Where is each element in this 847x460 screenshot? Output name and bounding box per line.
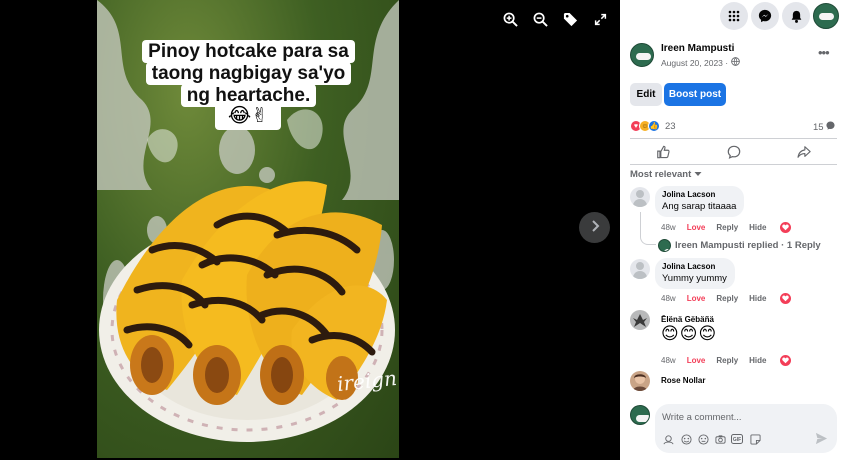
commenter-name[interactable]: Rose Nollar bbox=[661, 376, 705, 385]
photo-caption-text: Pinoy hotcake para sa taong nagbigay sa'… bbox=[142, 40, 355, 107]
commenter-avatar[interactable] bbox=[630, 310, 650, 330]
tag-icon[interactable] bbox=[559, 8, 581, 30]
comment-composer: GIF bbox=[655, 404, 837, 453]
reaction-count: 23 bbox=[665, 120, 676, 132]
hide-button[interactable]: Hide bbox=[749, 294, 766, 303]
comment-time[interactable]: 48w bbox=[661, 294, 676, 303]
menu-grid-icon[interactable] bbox=[720, 2, 748, 30]
caret-down-icon bbox=[694, 169, 702, 180]
profile-avatar[interactable] bbox=[813, 3, 839, 29]
zoom-out-icon[interactable] bbox=[529, 8, 551, 30]
sticker-icon[interactable] bbox=[749, 433, 761, 445]
reply-thread-line bbox=[640, 212, 656, 245]
edit-button[interactable]: Edit bbox=[630, 83, 662, 106]
comment-text: Ang sarap titaaaa bbox=[662, 201, 737, 212]
commenter-name[interactable]: Jolina Lacson bbox=[662, 190, 736, 199]
messenger-icon[interactable] bbox=[751, 2, 779, 30]
chevron-right-icon bbox=[589, 219, 601, 237]
reply-button[interactable]: Reply bbox=[716, 294, 738, 303]
like-reaction-icon: 👍 bbox=[648, 120, 660, 132]
composer-avatar[interactable] bbox=[630, 405, 650, 425]
next-photo-button[interactable] bbox=[579, 212, 610, 243]
comment-time[interactable]: 48w bbox=[661, 223, 676, 232]
boost-post-button[interactable]: Boost post bbox=[664, 83, 726, 106]
smiley-icon[interactable] bbox=[697, 433, 709, 445]
comment-sort-dropdown[interactable]: Most relevant bbox=[630, 169, 702, 180]
post-date-text[interactable]: August 20, 2023 · bbox=[661, 58, 728, 68]
gif-icon[interactable]: GIF bbox=[731, 433, 743, 445]
divider bbox=[630, 138, 837, 139]
view-replies-link[interactable]: Ireen Mampusti replied · 1 Reply bbox=[658, 239, 821, 252]
reply-button[interactable]: Reply bbox=[716, 356, 738, 365]
comment-bubble-icon bbox=[826, 121, 835, 133]
heart-icon bbox=[779, 293, 791, 304]
comment-text: Yummy yummy bbox=[662, 273, 727, 284]
zoom-in-icon[interactable] bbox=[499, 8, 521, 30]
post-date: August 20, 2023 · bbox=[661, 57, 740, 68]
comment-actions: 48w Love Reply Hide bbox=[661, 355, 791, 366]
globe-icon bbox=[731, 57, 740, 68]
heart-icon bbox=[779, 355, 791, 366]
commenter-avatar[interactable] bbox=[630, 259, 650, 279]
love-reaction-button[interactable]: Love bbox=[687, 356, 706, 365]
heart-icon bbox=[779, 222, 791, 233]
author-avatar[interactable] bbox=[630, 43, 654, 67]
comment-actions: 48w Love Reply Hide bbox=[661, 293, 791, 304]
commenter-avatar[interactable] bbox=[630, 187, 650, 207]
hide-button[interactable]: Hide bbox=[749, 223, 766, 232]
comment-input[interactable] bbox=[662, 410, 832, 424]
comment-count[interactable]: 15 bbox=[813, 121, 835, 133]
comment-count-value: 15 bbox=[813, 121, 824, 133]
comment-sort-label: Most relevant bbox=[630, 169, 692, 180]
notifications-bell-icon[interactable] bbox=[782, 2, 810, 30]
comment-bubble: Jolina Lacson Ang sarap titaaaa bbox=[655, 186, 745, 217]
love-reaction-button[interactable]: Love bbox=[687, 223, 706, 232]
like-button-icon[interactable] bbox=[653, 143, 673, 161]
love-reaction-button[interactable]: Love bbox=[687, 294, 706, 303]
commenter-name[interactable]: Ēlënä Gëbäñä bbox=[661, 315, 714, 324]
reaction-summary[interactable]: ♥ ☺ 👍 23 bbox=[630, 120, 676, 132]
commenter-avatar[interactable] bbox=[630, 371, 650, 391]
avatar-sticker-icon[interactable] bbox=[662, 433, 674, 445]
comment-actions: 48w Love Reply Hide bbox=[661, 222, 791, 233]
reply-button[interactable]: Reply bbox=[716, 223, 738, 232]
reply-author-avatar bbox=[658, 239, 671, 252]
comment-emoji-text: 😊😊😊 bbox=[661, 324, 718, 343]
post-author[interactable]: Ireen Mampusti bbox=[661, 43, 734, 54]
photo-viewer: Pinoy hotcake para sa taong nagbigay sa'… bbox=[0, 0, 620, 460]
divider bbox=[630, 164, 837, 165]
photo-caption: Pinoy hotcake para sa taong nagbigay sa'… bbox=[136, 40, 361, 107]
fullscreen-icon[interactable] bbox=[589, 8, 611, 30]
hide-button[interactable]: Hide bbox=[749, 356, 766, 365]
svg-text:GIF: GIF bbox=[733, 437, 741, 443]
camera-icon[interactable] bbox=[714, 433, 726, 445]
share-button-icon[interactable] bbox=[794, 143, 814, 161]
photo-caption-emoji: 😂✌ bbox=[215, 102, 281, 130]
commenter-name[interactable]: Jolina Lacson bbox=[662, 262, 727, 271]
send-icon[interactable] bbox=[815, 432, 829, 446]
replied-text: Ireen Mampusti replied · 1 Reply bbox=[675, 240, 821, 251]
emoji-icon[interactable] bbox=[680, 433, 692, 445]
comment-time[interactable]: 48w bbox=[661, 356, 676, 365]
more-options-icon[interactable]: ••• bbox=[818, 45, 830, 60]
comment-button-icon[interactable] bbox=[724, 143, 744, 161]
comment-bubble: Jolina Lacson Yummy yummy bbox=[655, 258, 735, 289]
